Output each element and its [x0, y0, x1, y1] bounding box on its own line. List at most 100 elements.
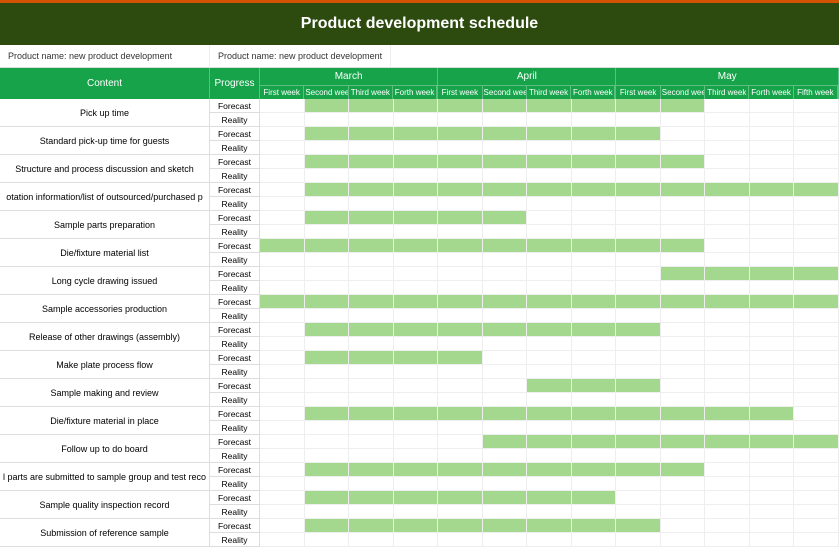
- gantt-cell: [661, 113, 706, 127]
- gantt-cell: [349, 295, 394, 309]
- gantt-cell: [483, 491, 528, 505]
- progress-label: Forecast: [210, 295, 260, 309]
- gantt-cell: [794, 141, 839, 155]
- gantt-cell: [794, 477, 839, 491]
- gantt-cell: [750, 519, 795, 533]
- task-name: Sample quality inspection record: [0, 491, 210, 519]
- progress-label: Reality: [210, 113, 260, 127]
- gantt-cell: [572, 533, 617, 547]
- gantt-cell: [616, 365, 661, 379]
- gantt-cell: [616, 463, 661, 477]
- gantt-cell: [705, 239, 750, 253]
- task-name: Sample making and review: [0, 379, 210, 407]
- gantt-cell: [527, 295, 572, 309]
- gantt-cell: [438, 253, 483, 267]
- gantt-cell: [305, 435, 350, 449]
- gantt-cell: [527, 253, 572, 267]
- progress-label: Reality: [210, 281, 260, 295]
- gantt-cell: [661, 477, 706, 491]
- gantt-cell: [661, 491, 706, 505]
- gantt-cell: [305, 295, 350, 309]
- gantt-cell: [661, 141, 706, 155]
- task-name: Sample accessories production: [0, 295, 210, 323]
- gantt-cell: [794, 505, 839, 519]
- month-header: MarchFirst weekSecond weekThird weekFort…: [260, 68, 438, 99]
- gantt-cell: [750, 449, 795, 463]
- gantt-cell: [305, 99, 350, 113]
- gantt-cell: [794, 99, 839, 113]
- progress-label: Forecast: [210, 435, 260, 449]
- gantt-cell: [349, 379, 394, 393]
- gantt-cell: [483, 113, 528, 127]
- gantt-cell: [661, 533, 706, 547]
- gantt-cell: [616, 449, 661, 463]
- gantt-cell: [394, 113, 439, 127]
- gantt-cell: [661, 267, 706, 281]
- progress-row-reality: Reality: [210, 393, 839, 407]
- progress-row-forecast: Forecast: [210, 491, 839, 505]
- gantt-cell: [438, 477, 483, 491]
- gantt-cell: [394, 351, 439, 365]
- gantt-cell: [394, 197, 439, 211]
- gantt-cell: [616, 491, 661, 505]
- gantt-cell: [527, 407, 572, 421]
- week-header: Second week: [661, 86, 705, 99]
- gantt-cell: [260, 519, 305, 533]
- gantt-cell: [483, 505, 528, 519]
- gantt-cell: [705, 127, 750, 141]
- gantt-cell: [527, 421, 572, 435]
- gantt-cell: [483, 141, 528, 155]
- info-row: Product name: new product development Pr…: [0, 45, 839, 68]
- gantt-cell: [483, 393, 528, 407]
- task-row: Pick up timeForecastReality: [0, 99, 839, 127]
- gantt-cell: [394, 323, 439, 337]
- progress-label: Forecast: [210, 407, 260, 421]
- gantt-cell: [705, 113, 750, 127]
- gantt-cell: [349, 309, 394, 323]
- gantt-cell: [438, 211, 483, 225]
- gantt-cell: [438, 449, 483, 463]
- progress-row-reality: Reality: [210, 113, 839, 127]
- gantt-cell: [794, 295, 839, 309]
- gantt-cell: [260, 197, 305, 211]
- progress-label: Reality: [210, 533, 260, 547]
- progress-row-reality: Reality: [210, 309, 839, 323]
- gantt-cell: [705, 533, 750, 547]
- gantt-cell: [438, 127, 483, 141]
- gantt-cell: [305, 267, 350, 281]
- gantt-cell: [438, 113, 483, 127]
- gantt-cell: [260, 281, 305, 295]
- gantt-cell: [260, 337, 305, 351]
- gantt-cell: [527, 393, 572, 407]
- gantt-cell: [527, 379, 572, 393]
- gantt-cell: [616, 253, 661, 267]
- gantt-cell: [794, 323, 839, 337]
- task-name: otation information/list of outsourced/p…: [0, 183, 210, 211]
- gantt-cell: [750, 169, 795, 183]
- gantt-cell: [349, 491, 394, 505]
- gantt-cell: [527, 505, 572, 519]
- gantt-cell: [394, 169, 439, 183]
- gantt-cell: [349, 505, 394, 519]
- task-row: Long cycle drawing issuedForecastReality: [0, 267, 839, 295]
- gantt-cell: [438, 323, 483, 337]
- gantt-cell: [750, 113, 795, 127]
- gantt-cell: [305, 309, 350, 323]
- gantt-cell: [483, 253, 528, 267]
- gantt-cell: [572, 323, 617, 337]
- gantt-cell: [572, 155, 617, 169]
- gantt-cell: [616, 379, 661, 393]
- gantt-cell: [349, 267, 394, 281]
- gantt-cell: [705, 351, 750, 365]
- gantt-cell: [349, 449, 394, 463]
- progress-label: Reality: [210, 253, 260, 267]
- task-row: Die/fixture material in placeForecastRea…: [0, 407, 839, 435]
- progress-row-forecast: Forecast: [210, 351, 839, 365]
- month-name: March: [260, 68, 437, 86]
- gantt-cell: [661, 449, 706, 463]
- gantt-cell: [750, 141, 795, 155]
- gantt-cell: [527, 239, 572, 253]
- gantt-cell: [349, 337, 394, 351]
- gantt-cell: [572, 183, 617, 197]
- gantt-cell: [794, 225, 839, 239]
